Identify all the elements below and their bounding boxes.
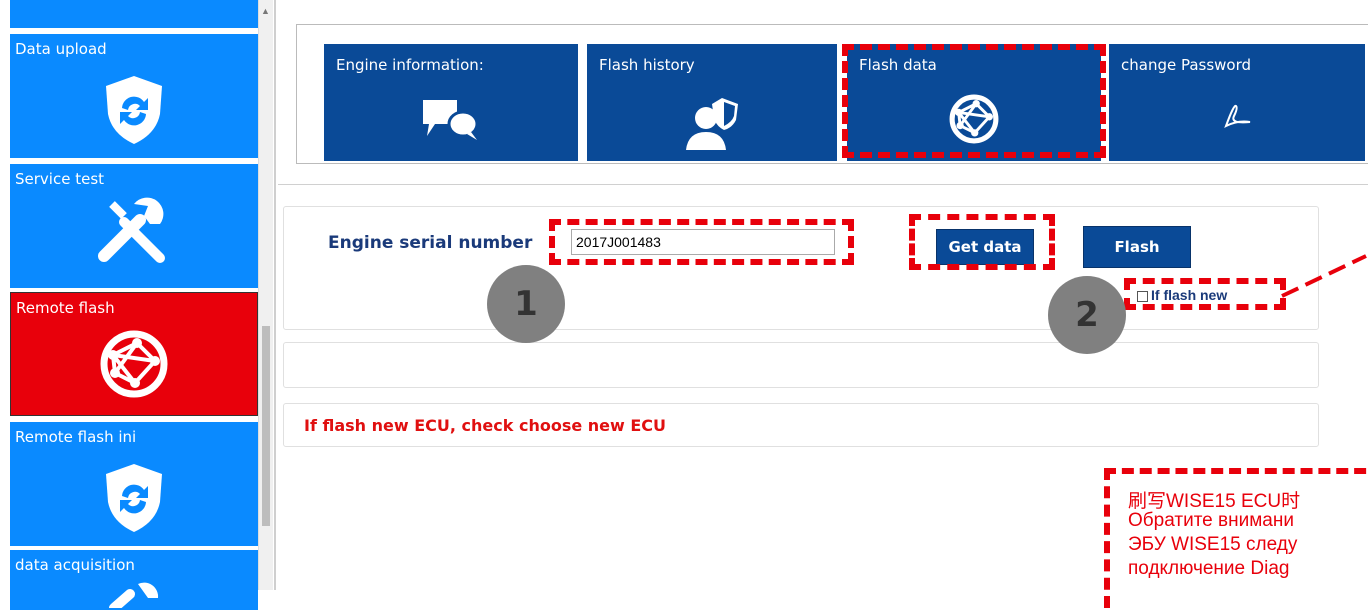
tab-change-password[interactable]: change Password [1109, 44, 1365, 161]
globe-network-icon [97, 327, 171, 406]
sidebar-top-tile-partial[interactable] [10, 0, 258, 28]
panel-divider [274, 0, 276, 590]
sidebar-item-remote-flash[interactable]: Remote flash [10, 292, 258, 416]
annotation-box-serial-input [549, 219, 854, 265]
warning-panel: If flash new ECU, check choose new ECU [283, 403, 1319, 447]
engine-serial-label: Engine serial number [328, 233, 533, 253]
sidebar-item-service-test[interactable]: Service test [10, 164, 258, 288]
menu-tile-label: Flash history [599, 56, 695, 74]
menu-tile-label: Engine information: [336, 56, 484, 74]
sidebar: Data upload Service test Remote flash Re… [0, 0, 273, 613]
annotation-box-if-flash-new [1124, 278, 1286, 310]
shield-refresh-icon [102, 74, 166, 151]
chat-bubbles-icon [421, 96, 481, 147]
step-marker-1: 1 [487, 265, 565, 343]
pdf-icon [1222, 100, 1252, 135]
note-line: 刷写WISE15 ECU时 [1128, 491, 1301, 512]
flash-button[interactable]: Flash [1083, 226, 1191, 268]
sidebar-item-label: Data upload [15, 40, 107, 58]
horizontal-separator [278, 184, 1368, 185]
note-line: подключение Diag [1128, 558, 1290, 579]
scroll-up-arrow-icon[interactable]: ▲ [261, 6, 270, 16]
sidebar-item-label: Remote flash [16, 299, 115, 317]
sidebar-item-data-upload[interactable]: Data upload [10, 34, 258, 158]
sidebar-scrollbar[interactable]: ▲ [258, 0, 273, 590]
annotation-box-get-data [909, 214, 1055, 270]
step-marker-2: 2 [1048, 276, 1126, 354]
sidebar-item-data-acquisition[interactable]: data acquisition [10, 550, 258, 613]
sidebar-item-remote-flash-ini[interactable]: Remote flash ini [10, 422, 258, 546]
note-line: ЭБУ WISE15 следу [1128, 534, 1298, 555]
tools-icon [94, 578, 174, 613]
tab-flash-history[interactable]: Flash history [587, 44, 837, 161]
warning-text: If flash new ECU, check choose new ECU [304, 416, 667, 435]
shield-refresh-icon [102, 462, 166, 539]
menu-tile-label: change Password [1121, 56, 1252, 74]
tab-engine-information[interactable]: Engine information: [324, 44, 578, 161]
annotation-note: 刷写WISE15 ECU时 Обратите внимани ЭБУ WISE1… [1104, 468, 1368, 608]
scrollbar-thumb[interactable] [262, 326, 270, 526]
annotation-box-flash-data [842, 44, 1106, 158]
sidebar-item-label: data acquisition [15, 556, 135, 574]
sidebar-item-label: Remote flash ini [15, 428, 137, 446]
menu-panel: Engine information: Flash history Flash … [296, 24, 1368, 164]
empty-panel [283, 342, 1319, 388]
user-shield-icon [682, 96, 742, 155]
tools-icon [94, 194, 174, 271]
note-line: Обратите внимани [1128, 510, 1294, 531]
annotation-pointer-line [1281, 254, 1367, 298]
sidebar-item-label: Service test [15, 170, 105, 188]
